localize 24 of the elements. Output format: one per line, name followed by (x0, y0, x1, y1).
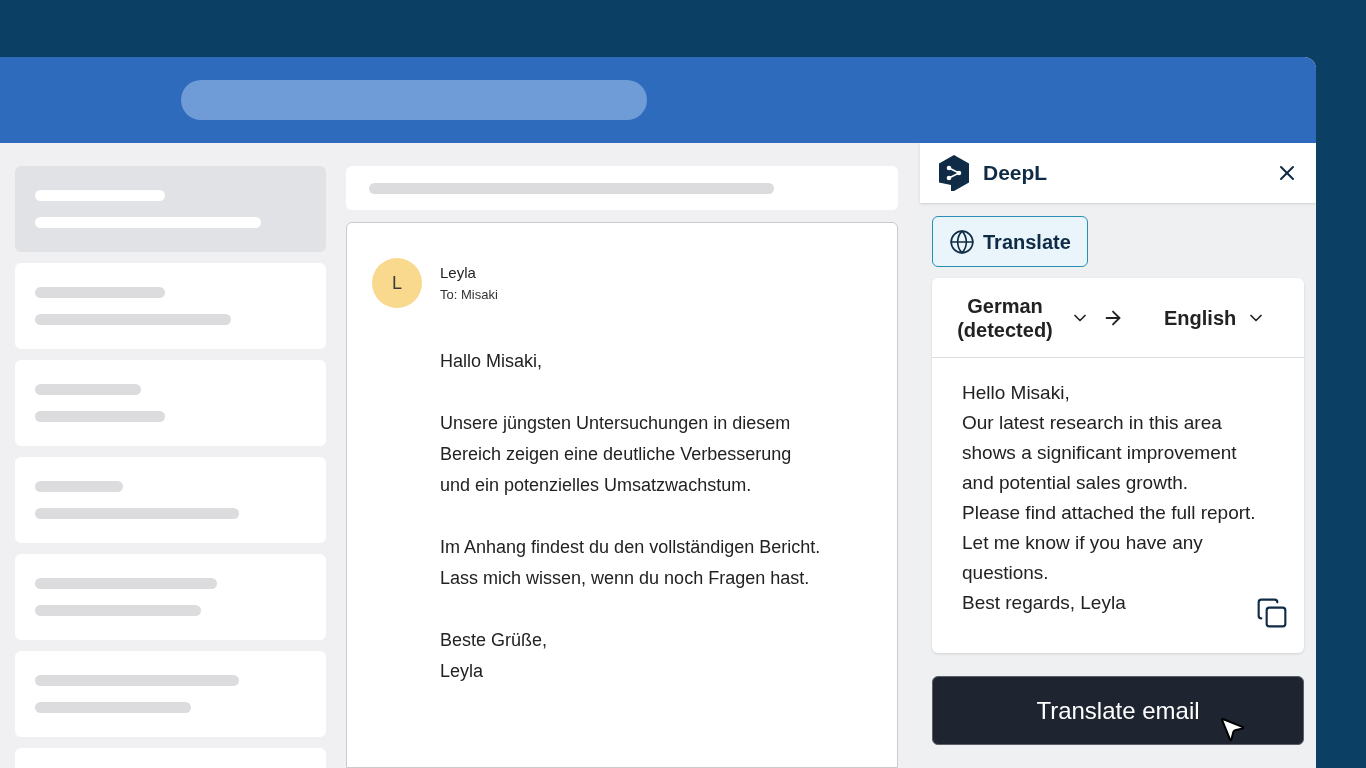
translated-text: Hello Misaki, Our latest research in this area shows a significant improvement and potential sales growth. Please find attached the full report. Let me know if you have any questions. Best regards, Leyla (962, 381, 1257, 615)
recipient: To: Misaki (440, 285, 498, 304)
mail-list-item[interactable] (15, 166, 326, 252)
brand-name: DeepL (983, 160, 1048, 187)
mail-list-item[interactable] (15, 457, 326, 543)
source-language-select[interactable]: German (detected) (950, 293, 1090, 342)
copy-icon (1256, 597, 1288, 629)
copy-button[interactable] (1256, 597, 1288, 629)
translate-tab[interactable]: Translate (932, 216, 1088, 267)
globe-icon (949, 228, 975, 255)
email-paragraph: Unsere jüngsten Untersuchungen in diesem Bereich zeigen eine deutliche Verbesserung und ein potenzielles Umsatzwachstum. (440, 412, 793, 497)
mail-list-item[interactable] (15, 263, 326, 349)
mail-list-item[interactable] (15, 651, 326, 737)
sender-name: Leyla (440, 263, 477, 283)
mail-list-item[interactable] (15, 554, 326, 640)
email-paragraph: Im Anhang findest du den vollständigen Bericht. Lass mich wissen, wenn du noch Fragen hast. (440, 536, 822, 590)
mail-list-item[interactable] (15, 360, 326, 446)
target-language-select[interactable]: English (1164, 302, 1267, 333)
logo-icon (937, 154, 971, 192)
translate-email-button[interactable]: Translate email (932, 676, 1304, 745)
search-field[interactable] (181, 80, 647, 120)
email-paragraph: Beste Grüße, Leyla (440, 629, 549, 683)
avatar: L (372, 258, 422, 308)
email-paragraph: Hallo Misaki, (440, 350, 544, 373)
